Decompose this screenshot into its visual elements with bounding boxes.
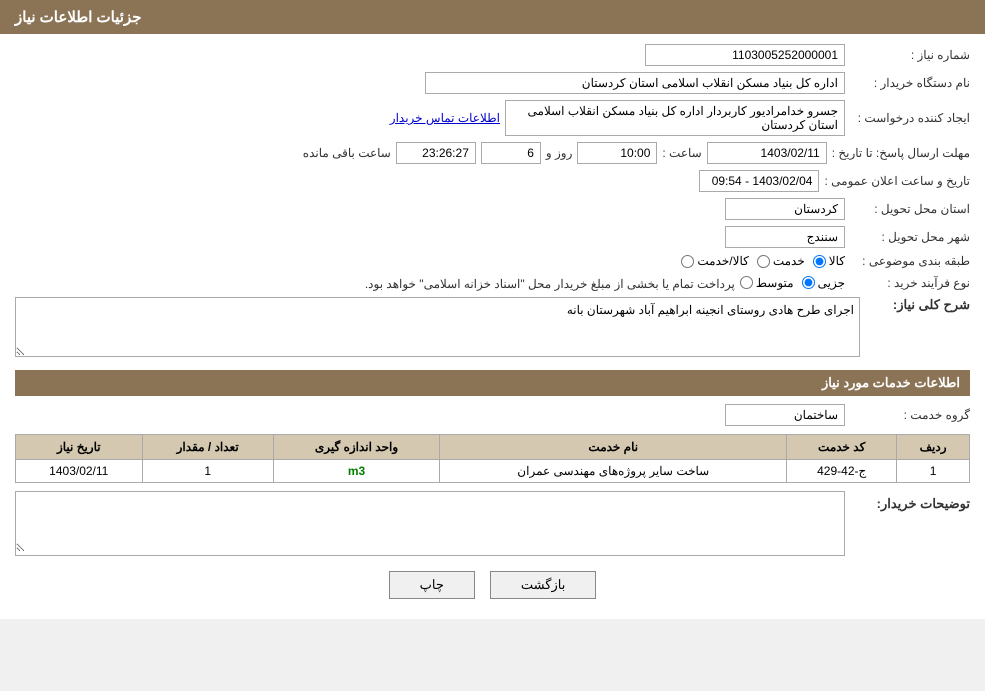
announce-row: تاریخ و ساعت اعلان عمومی : 1403/02/04 - … (15, 170, 970, 192)
creator-contact-link[interactable]: اطلاعات تماس خریدار (390, 111, 500, 125)
province-row: استان محل تحویل : کردستان (15, 198, 970, 220)
radio-kala-khadamat-label: کالا/خدمت (697, 254, 748, 268)
cell-code: ج-42-429 (787, 460, 897, 483)
creator-label: ایجاد کننده درخواست : (850, 111, 970, 125)
province-value: کردستان (725, 198, 845, 220)
cell-row-num: 1 (897, 460, 970, 483)
radio-khadamat-label: خدمت (773, 254, 805, 268)
page-title: جزئیات اطلاعات نیاز (15, 9, 142, 26)
description-section: شرح کلی نیاز: (15, 297, 970, 360)
buyer-notes-row: توضیحات خریدار: (15, 491, 970, 556)
page-header: جزئیات اطلاعات نیاز (0, 0, 985, 34)
process-radio-group: متوسط جزیی (740, 276, 845, 290)
buttons-row: بازگشت چاپ (15, 571, 970, 599)
col-header-date: تاریخ نیاز (16, 435, 143, 460)
radio-jozvi[interactable] (802, 276, 815, 289)
need-number-row: شماره نیاز : 1103005252000001 (15, 44, 970, 66)
radio-kala[interactable] (813, 255, 826, 268)
city-value: سنندج (725, 226, 845, 248)
radio-khadamat-item: خدمت (757, 254, 805, 268)
city-label: شهر محل تحویل : (850, 230, 970, 244)
creator-value: جسرو خدامرادیور کاربردار اداره کل بنیاد … (505, 100, 845, 136)
cell-count: 1 (142, 460, 273, 483)
buyer-org-value: اداره کل بنیاد مسکن انقلاب اسلامی استان … (425, 72, 845, 94)
time-label: ساعت : (662, 146, 701, 160)
buyer-org-row: نام دستگاه خریدار : اداره کل بنیاد مسکن … (15, 72, 970, 94)
services-section-title: اطلاعات خدمات مورد نیاز (15, 370, 970, 396)
remaining-label: ساعت باقی مانده (303, 146, 391, 160)
radio-jozvi-item: جزیی (802, 276, 845, 290)
cell-name: ساخت سایر پروژه‌های مهندسی عمران (440, 460, 787, 483)
day-label: روز و (546, 146, 573, 160)
col-header-code: کد خدمت (787, 435, 897, 460)
deadline-days: 6 (481, 142, 541, 164)
content-area: شماره نیاز : 1103005252000001 نام دستگاه… (0, 34, 985, 619)
table-header-row: ردیف کد خدمت نام خدمت واحد اندازه گیری ت… (16, 435, 970, 460)
services-table-wrapper: ردیف کد خدمت نام خدمت واحد اندازه گیری ت… (15, 434, 970, 483)
process-label: نوع فرآیند خرید : (850, 276, 970, 290)
city-row: شهر محل تحویل : سنندج (15, 226, 970, 248)
service-group-row: گروه خدمت : ساختمان (15, 404, 970, 426)
announce-label: تاریخ و ساعت اعلان عمومی : (824, 174, 970, 188)
radio-kala-label: کالا (829, 254, 845, 268)
col-header-count: تعداد / مقدار (142, 435, 273, 460)
process-row: نوع فرآیند خرید : متوسط جزیی پرداخت تمام… (15, 274, 970, 291)
radio-kala-item: کالا (813, 254, 845, 268)
table-row: 1 ج-42-429 ساخت سایر پروژه‌های مهندسی عم… (16, 460, 970, 483)
category-row: طبقه بندی موضوعی : کالا/خدمت خدمت کالا (15, 254, 970, 268)
description-content (15, 297, 860, 360)
service-group-value: ساختمان (725, 404, 845, 426)
buyer-org-label: نام دستگاه خریدار : (850, 76, 970, 90)
deadline-row: مهلت ارسال پاسخ: تا تاریخ : 1403/02/11 س… (15, 142, 970, 164)
back-button[interactable]: بازگشت (490, 571, 596, 599)
col-header-row-num: ردیف (897, 435, 970, 460)
col-header-unit: واحد اندازه گیری (273, 435, 439, 460)
buyer-notes-textarea[interactable] (16, 492, 844, 552)
deadline-label: مهلت ارسال پاسخ: تا تاریخ : (832, 146, 970, 160)
need-number-label: شماره نیاز : (850, 48, 970, 62)
buyer-notes-label: توضیحات خریدار: (850, 491, 970, 512)
cell-unit: m3 (273, 460, 439, 483)
buyer-notes-box (15, 491, 845, 556)
province-label: استان محل تحویل : (850, 202, 970, 216)
deadline-date: 1403/02/11 (707, 142, 827, 164)
services-table: ردیف کد خدمت نام خدمت واحد اندازه گیری ت… (15, 434, 970, 483)
radio-motovaset-label: متوسط (756, 276, 794, 290)
print-button[interactable]: چاپ (389, 571, 475, 599)
radio-motovaset[interactable] (740, 276, 753, 289)
description-label: شرح کلی نیاز: (860, 297, 970, 313)
description-textarea[interactable] (15, 297, 860, 357)
category-radio-group: کالا/خدمت خدمت کالا (681, 254, 845, 268)
page-wrapper: جزئیات اطلاعات نیاز شماره نیاز : 1103005… (0, 0, 985, 619)
deadline-time: 10:00 (577, 142, 657, 164)
radio-jozvi-label: جزیی (818, 276, 845, 290)
cell-date: 1403/02/11 (16, 460, 143, 483)
need-number-value: 1103005252000001 (645, 44, 845, 66)
deadline-remaining: 23:26:27 (396, 142, 476, 164)
creator-row: ایجاد کننده درخواست : جسرو خدامرادیور کا… (15, 100, 970, 136)
payment-text: پرداخت تمام یا بخشی از مبلغ خریدار محل "… (365, 277, 735, 291)
radio-kala-khadamat[interactable] (681, 255, 694, 268)
category-label: طبقه بندی موضوعی : (850, 254, 970, 268)
service-group-label: گروه خدمت : (850, 408, 970, 422)
announce-value: 1403/02/04 - 09:54 (699, 170, 819, 192)
col-header-name: نام خدمت (440, 435, 787, 460)
radio-motovaset-item: متوسط (740, 276, 794, 290)
radio-khadamat[interactable] (757, 255, 770, 268)
radio-kala-khadamat-item: کالا/خدمت (681, 254, 748, 268)
